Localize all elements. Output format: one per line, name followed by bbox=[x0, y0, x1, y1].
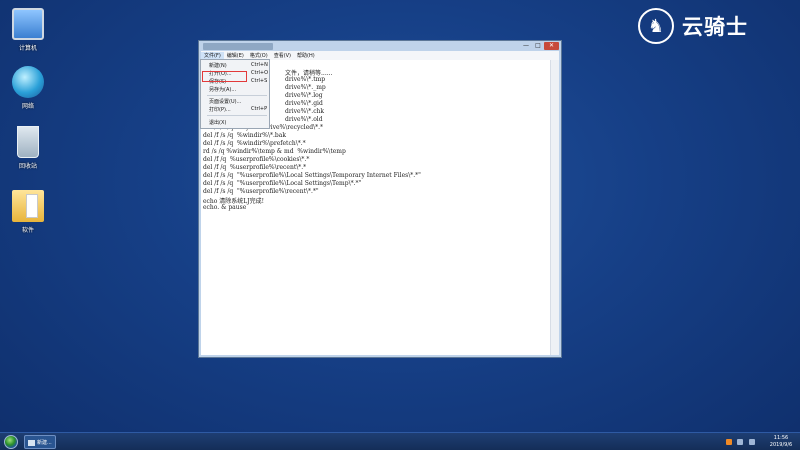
text-line: drive%\*.chk bbox=[285, 108, 325, 115]
text-line: drive%\*.gid bbox=[285, 100, 323, 107]
text-line: del /f /s /q "%userprofile%\Local Settin… bbox=[203, 172, 421, 179]
desktop-icon-computer[interactable]: 计算机 bbox=[6, 8, 50, 52]
menu-help[interactable]: 帮助(H) bbox=[294, 52, 318, 59]
text-line: del /f /s /q %windir%\*.bak bbox=[203, 132, 286, 139]
system-clock[interactable]: 11:56 2019/9/6 bbox=[764, 435, 798, 449]
menu-item-label: 退出(X) bbox=[209, 120, 227, 126]
minimize-button[interactable]: — bbox=[521, 42, 531, 50]
desktop-icon-network[interactable]: 网络 bbox=[6, 66, 50, 110]
vertical-scrollbar[interactable] bbox=[550, 60, 559, 355]
text-line: drive%\*.old bbox=[285, 116, 323, 123]
maximize-button[interactable]: □ bbox=[533, 42, 543, 50]
file-menu-dropdown: 新建(N) Ctrl+N 打开(O)... Ctrl+O 保存(S) Ctrl+… bbox=[200, 59, 270, 129]
menu-item-print[interactable]: 打印(P)... Ctrl+P bbox=[201, 105, 271, 113]
desktop-icon-recycle-bin[interactable]: 回收站 bbox=[6, 126, 50, 170]
tray-volume-icon[interactable] bbox=[749, 439, 755, 445]
menu-item-label: 新建(N) bbox=[209, 63, 227, 69]
menu-item-exit[interactable]: 退出(X) bbox=[201, 118, 271, 126]
menu-item-shortcut: Ctrl+N bbox=[251, 62, 268, 68]
tray-network-icon[interactable] bbox=[737, 439, 743, 445]
menu-file[interactable]: 文件(F) bbox=[201, 52, 224, 59]
menu-separator bbox=[207, 95, 267, 96]
menu-item-shortcut: Ctrl+P bbox=[251, 106, 268, 112]
start-button[interactable] bbox=[4, 435, 18, 449]
computer-icon bbox=[12, 8, 44, 40]
brand-logo-text: 云骑士 bbox=[682, 15, 748, 39]
desktop-icon-label: 回收站 bbox=[18, 163, 37, 170]
clock-time: 11:56 bbox=[773, 435, 789, 441]
notepad-icon bbox=[28, 440, 35, 446]
title-bar[interactable]: — □ ✕ bbox=[199, 41, 561, 51]
text-line: del /f /q %userprofile%\cookies\*.* bbox=[203, 156, 310, 163]
desktop-icon-label: 网络 bbox=[21, 103, 34, 110]
menu-separator bbox=[207, 115, 267, 116]
menu-item-label: 另存为(A)... bbox=[209, 87, 237, 93]
text-line: del /f /s /q %windir%\prefetch\*.* bbox=[203, 140, 306, 147]
save-highlight-box bbox=[202, 71, 247, 82]
menu-item-save-as[interactable]: 另存为(A)... bbox=[201, 85, 271, 93]
menu-item-label: 打印(P)... bbox=[209, 107, 231, 113]
text-line: drive%\*._mp bbox=[285, 84, 326, 91]
close-button[interactable]: ✕ bbox=[544, 42, 559, 50]
menu-edit[interactable]: 编辑(E) bbox=[224, 52, 247, 59]
menu-item-label: 页面设置(U)... bbox=[209, 99, 242, 105]
taskbar: 新建... 11:56 2019/9/6 bbox=[0, 432, 800, 450]
desktop-icon-label: 计算机 bbox=[18, 45, 37, 52]
menu-view[interactable]: 查看(V) bbox=[271, 52, 294, 59]
brand-logo: ♞ 云骑士 bbox=[638, 6, 748, 46]
tray-app-icon[interactable] bbox=[726, 439, 732, 445]
folder-icon bbox=[12, 190, 44, 222]
text-line: del /f /q %userprofile%\recent\*.* bbox=[203, 164, 307, 171]
taskbar-notepad-button[interactable]: 新建... bbox=[24, 435, 56, 449]
text-line: drive%\*.log bbox=[285, 92, 323, 99]
text-line: drive%\*.tmp bbox=[285, 76, 326, 83]
menu-item-new[interactable]: 新建(N) Ctrl+N bbox=[201, 61, 271, 69]
recycle-bin-icon bbox=[17, 126, 39, 158]
network-icon bbox=[12, 66, 44, 98]
window-title-chip bbox=[203, 43, 273, 50]
menu-item-shortcut: Ctrl+O bbox=[251, 70, 269, 76]
text-line: del /f /s /q "%userprofile%\Local Settin… bbox=[203, 180, 362, 187]
text-line: echo. & pause bbox=[203, 204, 247, 211]
menu-item-shortcut: Ctrl+S bbox=[251, 78, 268, 84]
clock-date: 2019/9/6 bbox=[769, 442, 793, 448]
knight-icon: ♞ bbox=[638, 8, 674, 44]
menu-format[interactable]: 格式(O) bbox=[247, 52, 271, 59]
menu-item-page-setup[interactable]: 页面设置(U)... bbox=[201, 97, 271, 105]
desktop-icon-folder[interactable]: 软件 bbox=[6, 190, 50, 234]
taskbar-button-label: 新建... bbox=[37, 440, 52, 446]
text-line: rd /s /q %windir%\temp & md %windir%\tem… bbox=[203, 148, 346, 155]
desktop-icon-label: 软件 bbox=[21, 227, 34, 234]
text-line: del /f /s /q "%userprofile%\recent\*.*" bbox=[203, 188, 319, 195]
